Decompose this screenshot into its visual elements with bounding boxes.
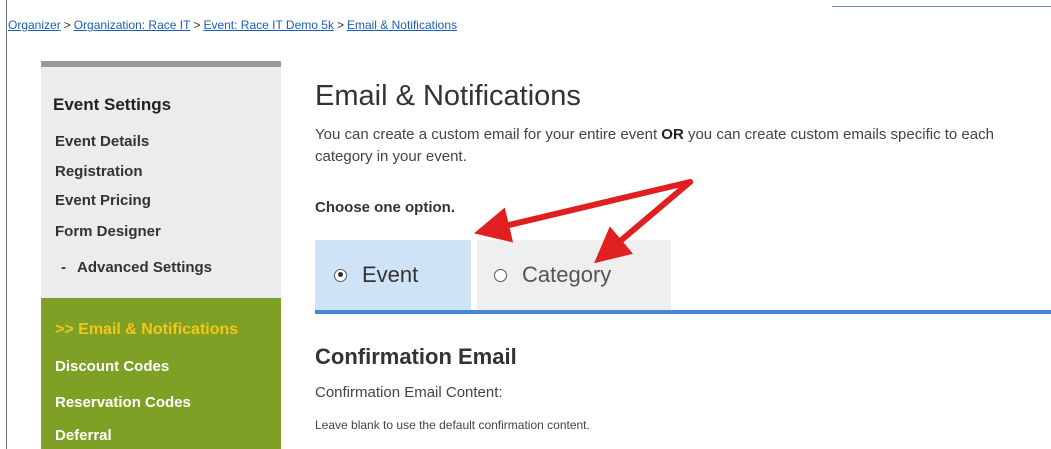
sidebar-heading: Event Settings bbox=[53, 95, 172, 114]
breadcrumb-separator: > bbox=[193, 18, 201, 32]
sidebar-item-form-designer[interactable]: Form Designer bbox=[55, 223, 161, 240]
sidebar-item-registration[interactable]: Registration bbox=[55, 163, 143, 180]
sidebar-item-discount-codes[interactable]: Discount Codes bbox=[55, 358, 169, 375]
radio-unchecked-icon[interactable] bbox=[494, 268, 507, 282]
sidebar-item-label: Event Details bbox=[55, 133, 150, 150]
breadcrumb-link-email-notifications[interactable]: Email & Notifications bbox=[347, 18, 457, 32]
sidebar-item-label: Email & Notifications bbox=[78, 321, 239, 338]
annotation-arrow-to-event bbox=[473, 179, 693, 243]
tab-label: Category bbox=[522, 262, 612, 287]
active-chevron-icon: >> bbox=[55, 321, 74, 338]
page-description: You can create a custom email for your e… bbox=[315, 124, 1035, 168]
sidebar-item-label: Deferral bbox=[55, 427, 112, 444]
tab-category[interactable]: Category bbox=[477, 240, 671, 310]
radio-checked-icon[interactable] bbox=[334, 268, 347, 282]
helper-text: Leave blank to use the default confirmat… bbox=[315, 418, 590, 432]
expand-dash-icon: - bbox=[61, 259, 66, 276]
frame-border-top bbox=[832, 6, 1051, 7]
breadcrumb-link-organization[interactable]: Organization: Race IT bbox=[74, 18, 191, 32]
sidebar-item-reservation-codes[interactable]: Reservation Codes bbox=[55, 394, 191, 411]
breadcrumb-separator: > bbox=[336, 18, 344, 32]
section-title: Confirmation Email bbox=[315, 344, 517, 369]
sidebar: Event Settings Event Details Registratio… bbox=[41, 61, 281, 449]
sidebar-item-event-pricing[interactable]: Event Pricing bbox=[55, 192, 151, 209]
sidebar-item-label: Discount Codes bbox=[55, 358, 170, 375]
description-emphasis: OR bbox=[661, 126, 684, 143]
sidebar-item-label: Event Pricing bbox=[55, 192, 151, 209]
page-title: Email & Notifications bbox=[315, 80, 581, 112]
content-label: Confirmation Email Content: bbox=[315, 384, 503, 401]
breadcrumb-link-organizer[interactable]: Organizer bbox=[8, 18, 61, 32]
tab-label: Event bbox=[362, 262, 419, 287]
sidebar-item-label: Reservation Codes bbox=[55, 394, 191, 411]
choose-option-label: Choose one option. bbox=[315, 199, 455, 216]
tab-event[interactable]: Event bbox=[315, 240, 471, 310]
sidebar-item-label: Form Designer bbox=[55, 223, 161, 240]
description-text: You can create a custom email for your e… bbox=[315, 126, 662, 143]
breadcrumb-separator: > bbox=[63, 18, 71, 32]
sidebar-item-deferral[interactable]: Deferral bbox=[55, 427, 112, 444]
breadcrumb: Organizer > Organization: Race IT > Event: R… bbox=[8, 18, 457, 32]
frame-border-left bbox=[6, 0, 7, 449]
sidebar-item-advanced-settings[interactable]: - Advanced Settings bbox=[61, 259, 212, 276]
sidebar-item-label: Registration bbox=[55, 163, 143, 180]
sidebar-item-label: Advanced Settings bbox=[77, 259, 213, 276]
sidebar-item-event-details[interactable]: Event Details bbox=[55, 133, 149, 150]
tab-underline bbox=[315, 310, 1051, 314]
breadcrumb-link-event[interactable]: Event: Race IT Demo 5k bbox=[203, 18, 334, 32]
sidebar-item-email-notifications[interactable]: >> Email & Notifications bbox=[55, 321, 238, 339]
